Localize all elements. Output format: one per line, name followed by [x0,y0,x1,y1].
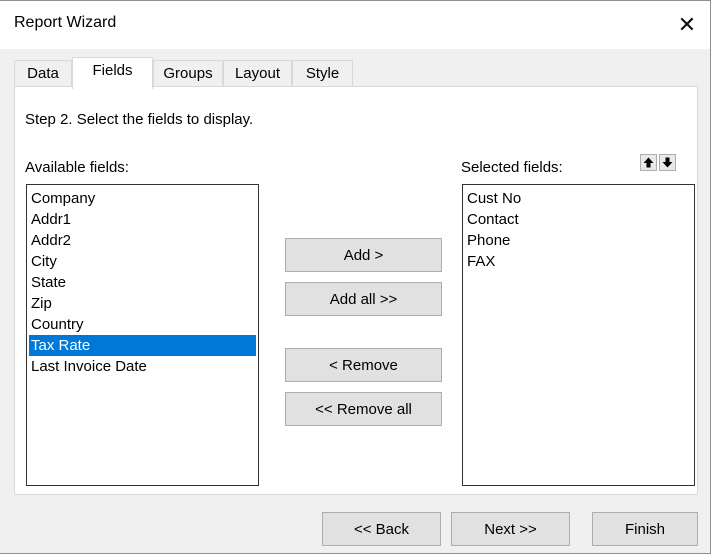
close-button[interactable]: ✕ [664,1,710,49]
available-fields-list[interactable]: Company Addr1 Addr2 City State Zip Count… [26,184,259,486]
selected-fields-list[interactable]: Cust No Contact Phone FAX [462,184,695,486]
remove-all-button[interactable]: << Remove all [285,392,442,426]
list-item-selected[interactable]: Tax Rate [29,335,256,356]
list-item[interactable]: Company [29,188,256,209]
move-down-button[interactable] [659,154,676,171]
list-item[interactable]: Zip [29,293,256,314]
reorder-buttons [640,154,676,171]
list-item[interactable]: Addr2 [29,230,256,251]
title-bar: Report Wizard ✕ [0,1,710,49]
list-item[interactable]: Contact [465,209,692,230]
list-item[interactable]: Country [29,314,256,335]
report-wizard-window: Report Wizard ✕ Data Fields Groups Layou… [0,0,711,554]
list-item[interactable]: FAX [465,251,692,272]
list-item[interactable]: Phone [465,230,692,251]
list-item[interactable]: City [29,251,256,272]
tab-data[interactable]: Data [14,60,72,87]
tab-groups[interactable]: Groups [153,60,223,87]
tab-layout[interactable]: Layout [223,60,292,87]
arrow-down-icon [662,157,673,168]
list-item[interactable]: Cust No [465,188,692,209]
list-item[interactable]: Addr1 [29,209,256,230]
tab-fields[interactable]: Fields [72,57,153,89]
step-instruction: Step 2. Select the fields to display. [25,111,254,128]
window-title: Report Wizard [14,14,117,31]
back-button[interactable]: << Back [322,512,441,546]
next-button[interactable]: Next >> [451,512,570,546]
close-icon: ✕ [677,12,697,37]
selected-fields-label: Selected fields: [461,159,563,176]
arrow-up-icon [643,157,654,168]
tab-style[interactable]: Style [292,60,353,87]
available-fields-label: Available fields: [25,159,129,176]
fields-panel: Step 2. Select the fields to display. Av… [14,86,698,495]
move-up-button[interactable] [640,154,657,171]
add-all-button[interactable]: Add all >> [285,282,442,316]
list-item[interactable]: State [29,272,256,293]
add-button[interactable]: Add > [285,238,442,272]
finish-button[interactable]: Finish [592,512,698,546]
remove-button[interactable]: < Remove [285,348,442,382]
list-item[interactable]: Last Invoice Date [29,356,256,377]
